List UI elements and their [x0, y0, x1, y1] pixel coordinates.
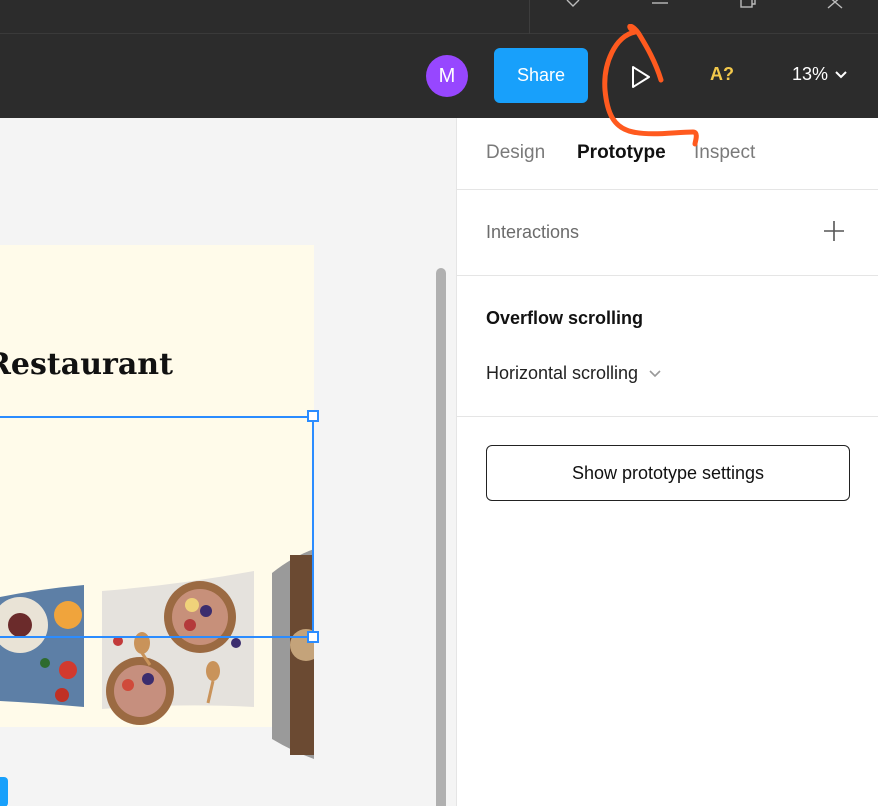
design-canvas[interactable]: Restaurant [0, 118, 456, 806]
tab-design[interactable]: Design [486, 142, 545, 164]
title-bar [0, 0, 878, 34]
divider [457, 416, 878, 417]
overflow-scrolling-title: Overflow scrolling [486, 308, 644, 328]
chevron-down-icon [835, 70, 847, 78]
chevron-down-icon [649, 369, 661, 377]
accessibility-check-button[interactable]: A? [710, 64, 734, 85]
zoom-label: 13% [792, 64, 829, 84]
share-button[interactable]: Share [494, 48, 588, 103]
cta-button[interactable] [0, 777, 8, 806]
frame-title: Restaurant [0, 347, 173, 382]
selection-handle[interactable] [307, 410, 319, 422]
divider [457, 189, 878, 190]
properties-panel: Design Prototype Inspect Interactions Ov… [456, 118, 878, 806]
play-icon[interactable] [626, 62, 656, 92]
show-prototype-settings-button[interactable]: Show prototype settings [486, 445, 850, 501]
avatar[interactable]: M [426, 55, 468, 97]
selection-outline [0, 416, 314, 638]
titlebar-divider [529, 0, 530, 34]
divider [457, 275, 878, 276]
toolbar: M Share A? 13% [0, 34, 878, 118]
tab-inspect[interactable]: Inspect [694, 142, 755, 164]
interactions-label: Interactions [486, 222, 580, 242]
restore-icon[interactable] [738, 0, 758, 10]
minimize-icon[interactable] [650, 0, 670, 10]
overflow-scrolling-value: Horizontal scrolling [486, 363, 639, 383]
selection-handle[interactable] [307, 631, 319, 643]
close-icon[interactable] [826, 0, 846, 10]
canvas-scrollbar[interactable] [436, 268, 446, 806]
overflow-scrolling-select[interactable]: Horizontal scrolling [486, 363, 662, 384]
tab-prototype[interactable]: Prototype [577, 142, 666, 164]
zoom-dropdown[interactable]: 13% [792, 64, 848, 85]
heart-icon[interactable] [564, 0, 582, 10]
plus-icon[interactable] [821, 218, 847, 244]
